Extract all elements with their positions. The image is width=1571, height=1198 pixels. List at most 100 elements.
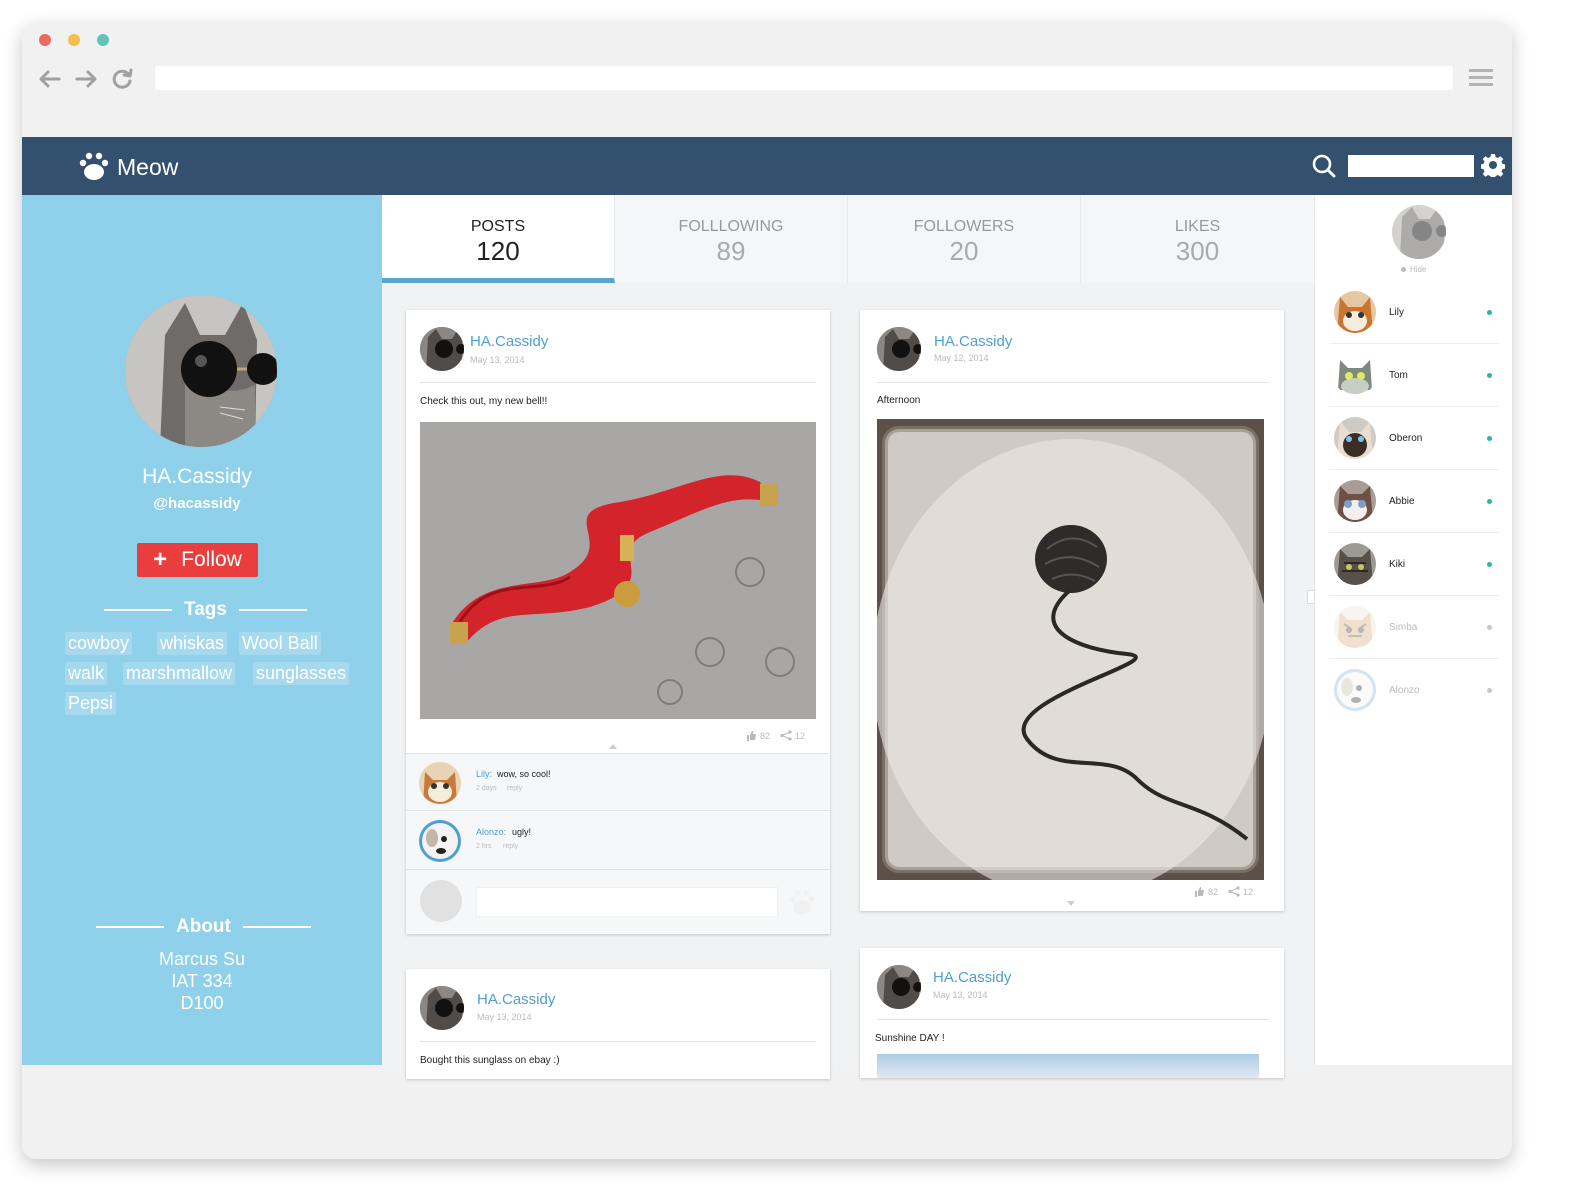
reply-link[interactable]: reply	[507, 785, 522, 792]
post-image[interactable]	[877, 1054, 1259, 1078]
tag-chip[interactable]: Wool Ball	[239, 632, 321, 655]
post-text: Afternoon	[877, 395, 921, 406]
like-count: 82	[760, 730, 771, 741]
divider	[420, 1041, 816, 1042]
follow-button[interactable]: + Follow	[137, 543, 258, 577]
friend-item[interactable]: Lily	[1329, 281, 1499, 344]
address-bar[interactable]	[155, 66, 1453, 90]
commenter-name[interactable]: Lily:	[476, 769, 492, 779]
post-author-name[interactable]: HA.Cassidy	[477, 991, 555, 1008]
post-card: HA.Cassidy May 13, 2014 Bought this sung…	[406, 969, 830, 1079]
friend-item[interactable]: Alonzo	[1329, 659, 1499, 722]
comment-row: Lily: wow, so cool! 2 days reply	[406, 753, 830, 811]
friend-item[interactable]: Abbie	[1329, 470, 1499, 533]
online-status-dot	[1487, 436, 1492, 441]
arrow-left-icon[interactable]	[37, 66, 63, 92]
tag-chip[interactable]: sunglasses	[253, 662, 350, 685]
post-text: Bought this sunglass on ebay :)	[420, 1055, 560, 1066]
hamburger-icon[interactable]	[1469, 69, 1493, 87]
post-author-avatar[interactable]	[420, 986, 464, 1030]
online-status-dot	[1487, 562, 1492, 567]
friend-name: Tom	[1389, 370, 1408, 381]
post-meta: 82 12	[1194, 886, 1253, 897]
reply-link[interactable]: reply	[503, 843, 518, 850]
friend-avatar	[1334, 354, 1376, 396]
tab-following[interactable]: FOLLLOWING 89	[615, 195, 848, 283]
tag-chip[interactable]: whiskas	[157, 632, 228, 655]
tab-followers[interactable]: FOLLOWERS 20	[848, 195, 1081, 283]
stat-count: 300	[1175, 236, 1220, 266]
friend-item[interactable]: Tom	[1329, 344, 1499, 407]
chevron-down-icon[interactable]	[1067, 901, 1075, 906]
profile-sidebar: HA.Cassidy @hacassidy + Follow Tags cowb…	[22, 195, 382, 1065]
post-author-name[interactable]: HA.Cassidy	[933, 969, 1011, 986]
minimize-window-button[interactable]	[68, 34, 80, 46]
stat-label: POSTS	[470, 218, 526, 235]
profile-handle: @hacassidy	[153, 495, 241, 512]
like-button[interactable]: 82	[746, 730, 770, 741]
friend-item[interactable]: Simba	[1329, 596, 1499, 659]
comment-composer	[406, 870, 830, 934]
close-window-button[interactable]	[39, 34, 51, 46]
about-heading: About	[96, 916, 311, 938]
friend-item[interactable]: Oberon	[1329, 407, 1499, 470]
friend-avatar	[1334, 669, 1376, 711]
share-button[interactable]: 12	[780, 730, 805, 741]
hide-toggle[interactable]: Hide	[1401, 265, 1426, 274]
stat-count: 120	[476, 236, 520, 266]
tag-chip[interactable]: walk	[65, 662, 108, 685]
post-date: May 12, 2014	[934, 353, 989, 363]
post-date: May 13, 2014	[470, 355, 525, 365]
post-author-name[interactable]: HA.Cassidy	[934, 333, 1012, 350]
commenter-name[interactable]: Alonzo:	[476, 827, 506, 837]
paw-icon[interactable]	[788, 888, 816, 916]
comment-input[interactable]	[476, 887, 778, 917]
arrow-right-icon[interactable]	[73, 66, 99, 92]
my-avatar[interactable]	[1392, 205, 1446, 259]
friend-name: Abbie	[1389, 496, 1415, 507]
stat-label: LIKES	[1174, 218, 1221, 235]
share-count: 12	[795, 730, 806, 741]
search-input[interactable]	[1348, 155, 1474, 177]
post-author-avatar[interactable]	[420, 327, 464, 371]
tag-chip[interactable]: cowboy	[65, 632, 133, 655]
app-header: Meow	[22, 137, 1512, 195]
comment-time: 2 days	[476, 785, 497, 792]
share-button[interactable]: 12	[1228, 886, 1253, 897]
commenter-avatar[interactable]	[419, 762, 461, 804]
chevron-up-icon[interactable]	[609, 744, 617, 749]
stats-tabs: POSTS 120 FOLLLOWING 89 FOLLOWERS 20 LIK…	[382, 195, 1314, 283]
follow-label: Follow	[181, 548, 242, 571]
reload-icon[interactable]	[109, 66, 135, 92]
like-button[interactable]: 82	[1194, 886, 1218, 897]
browser-chrome	[22, 22, 1512, 137]
about-line: Marcus Su	[158, 949, 246, 969]
online-status-dot	[1487, 310, 1492, 315]
post-image[interactable]	[877, 419, 1264, 880]
tag-chip[interactable]: Pepsi	[65, 692, 117, 715]
tab-posts[interactable]: POSTS 120	[382, 195, 615, 283]
thumbs-up-icon	[1195, 887, 1204, 897]
post-card: HA.Cassidy May 13, 2014 Sunshine DAY !	[860, 948, 1284, 1078]
post-author-avatar[interactable]	[877, 965, 921, 1009]
post-author-name[interactable]: HA.Cassidy	[470, 333, 548, 350]
thumbs-up-icon	[747, 731, 756, 741]
tab-likes[interactable]: LIKES 300	[1081, 195, 1314, 283]
profile-avatar[interactable]	[125, 295, 277, 447]
sidebar-collapse-handle[interactable]	[1307, 590, 1315, 604]
paw-icon	[79, 152, 109, 180]
maximize-window-button[interactable]	[97, 34, 109, 46]
brand-name[interactable]: Meow	[117, 154, 178, 181]
friend-item[interactable]: Kiki	[1329, 533, 1499, 596]
offline-status-dot	[1487, 688, 1492, 693]
commenter-avatar[interactable]	[419, 820, 461, 862]
tag-chip[interactable]: marshmallow	[123, 662, 236, 685]
post-author-avatar[interactable]	[877, 327, 921, 371]
gear-icon[interactable]	[1481, 153, 1505, 177]
plus-icon: +	[153, 546, 168, 573]
post-image[interactable]	[420, 422, 816, 719]
search-icon[interactable]	[1311, 153, 1337, 179]
online-status-dot	[1487, 499, 1492, 504]
friend-avatar	[1334, 543, 1376, 585]
friend-name: Simba	[1389, 622, 1418, 633]
